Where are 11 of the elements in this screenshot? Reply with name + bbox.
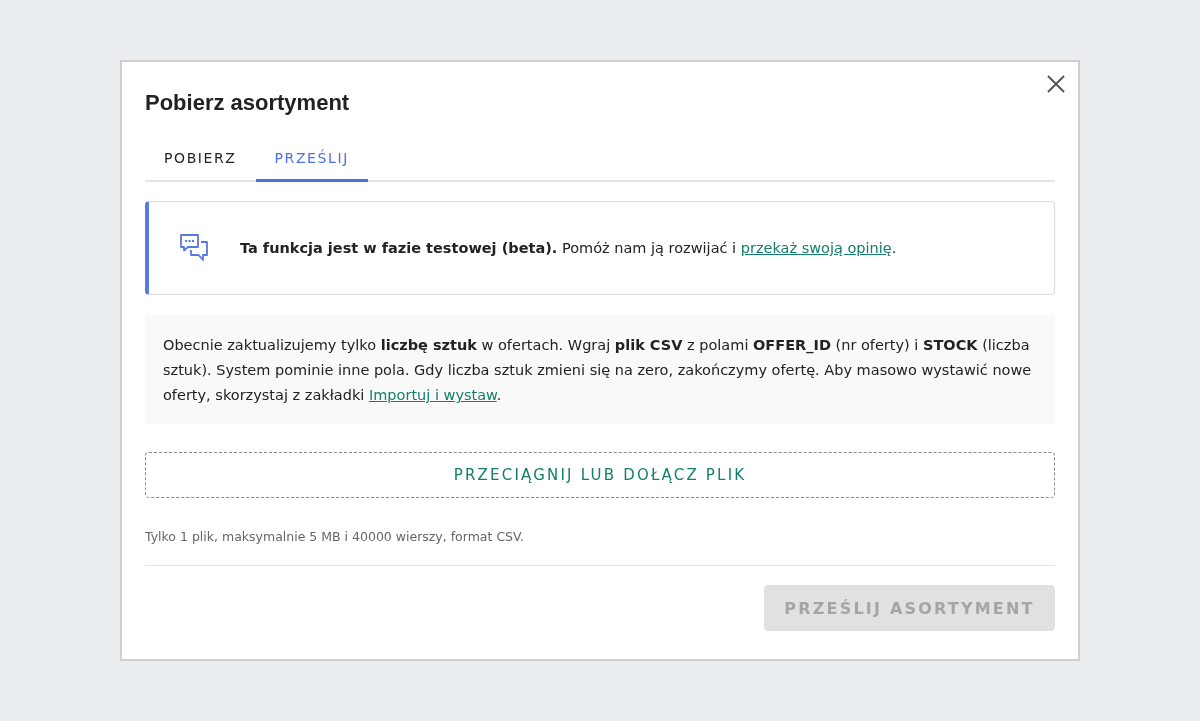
file-dropzone[interactable]: PRZECIĄGNIJ LUB DOŁĄCZ PLIK xyxy=(145,452,1055,498)
upload-hint: Tylko 1 plik, maksymalnie 5 MB i 40000 wierszy, format CSV. xyxy=(145,528,525,546)
notice-text: Ta funkcja jest w fazie testowej (beta). Pomóż nam ją rozwijać i przekaż swoją opinię. xyxy=(240,239,897,258)
feedback-link[interactable]: przekaż swoją opinię xyxy=(740,240,892,256)
info-text: Obecnie zaktualizujemy tylko liczbę sztuk w ofertach. Wgraj plik CSV z polami OFFER_ID (nr oferty) i STOCK (liczba sztuk). System pominie inne pola. Gdy liczba sztuk zmieni się na zero, zakończymy ofertę. Aby masowo wystawić nowe oferty, skorzystaj z zakładki Importuj i wystaw. xyxy=(163,336,1033,405)
close-icon xyxy=(1047,75,1065,93)
tab[interactable]: POBIERZ xyxy=(145,136,256,182)
tab[interactable]: PRZEŚLIJ xyxy=(255,136,368,182)
dialog-title: Pobierz asortyment xyxy=(145,89,350,117)
chat-bubbles-icon xyxy=(179,233,209,263)
import-link[interactable]: Importuj i wystaw xyxy=(368,387,497,403)
